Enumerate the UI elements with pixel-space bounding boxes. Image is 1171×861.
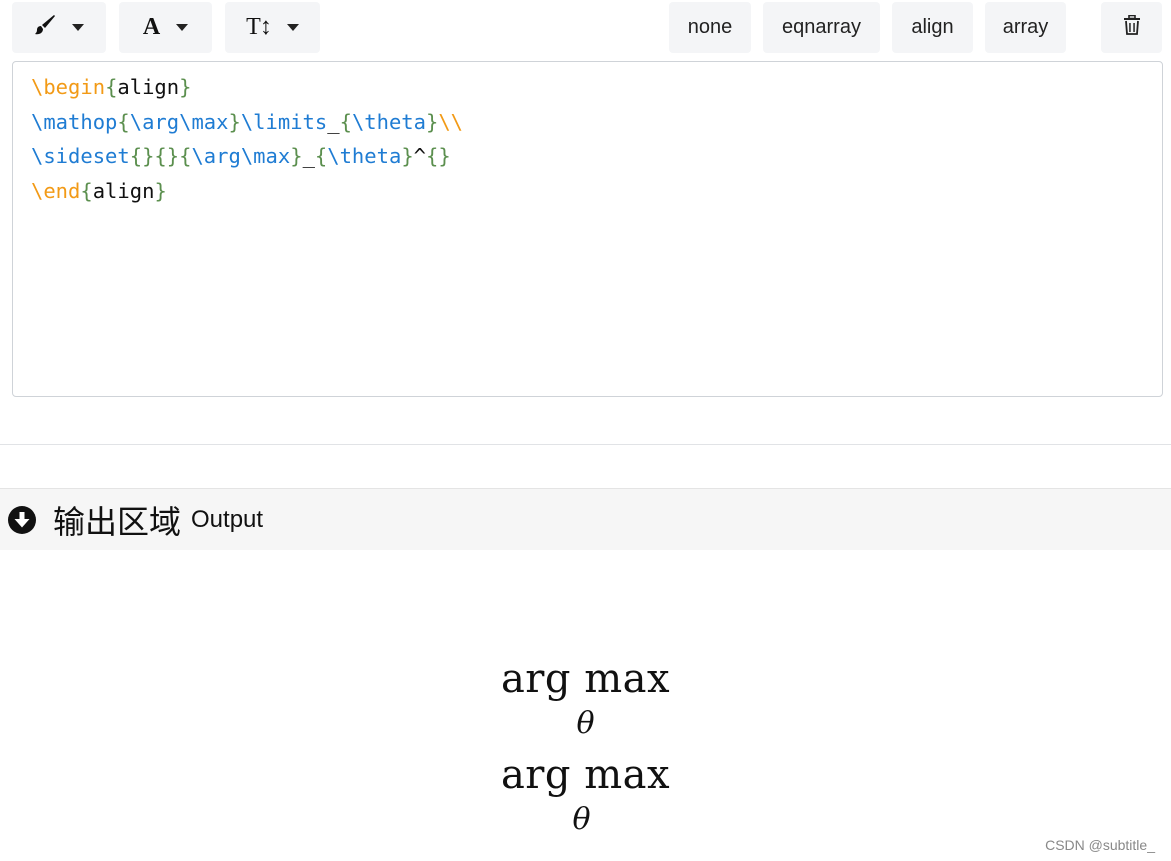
arrow-circle-down-icon[interactable] (7, 505, 37, 535)
code-token: \\ (438, 109, 464, 134)
paintbrush-icon (34, 14, 56, 42)
code-token: _ (302, 144, 315, 169)
code-line: \end{align} (31, 174, 463, 209)
trash-icon (1123, 14, 1141, 41)
watermark: CSDN @subtitle_ (1045, 837, 1155, 853)
font-icon: A (142, 14, 161, 40)
code-token: align (117, 75, 180, 99)
delete-button[interactable] (1101, 2, 1162, 53)
code-token: } (401, 144, 414, 169)
font-dropdown-button[interactable]: A (119, 2, 212, 53)
code-token: {}{}{ (129, 144, 192, 169)
code-token: { (339, 109, 352, 134)
code-token: } (228, 109, 241, 134)
code-token: \arg\max (129, 109, 229, 134)
code-token: } (154, 179, 167, 204)
code-token: \sideset (31, 144, 130, 169)
code-token: \limits (240, 109, 328, 134)
env-array-button[interactable]: array (985, 2, 1066, 53)
equation-1-subscript: θ (576, 706, 595, 741)
color-dropdown-button[interactable] (12, 2, 106, 53)
env-align-button[interactable]: align (892, 2, 973, 53)
env-none-button[interactable]: none (669, 2, 751, 53)
code-token: { (80, 179, 93, 204)
output-title: 输出区域 (53, 503, 182, 540)
output-header[interactable]: 输出区域 Output (0, 488, 1171, 550)
code-token: { (117, 109, 130, 134)
latex-code[interactable]: \begin{align} \mathop{\arg\max}\limits_{\… (31, 70, 463, 209)
size-dropdown-button[interactable]: T↕ (225, 2, 320, 53)
chevron-down-icon (176, 24, 189, 31)
code-line: \begin{align} (31, 70, 463, 105)
code-line: \mathop{\arg\max}\limits_{\theta}\\ (31, 105, 463, 140)
divider (0, 444, 1171, 445)
code-token: } (426, 109, 439, 134)
code-token: } (179, 75, 192, 99)
equation-2-operator: arg max (500, 752, 671, 798)
code-token: _ (327, 109, 340, 134)
latex-editor[interactable]: \begin{align} \mathop{\arg\max}\limits_{\… (12, 61, 1163, 397)
code-token: align (92, 179, 155, 204)
equation-1-operator: arg max (500, 656, 671, 702)
chevron-down-icon (72, 24, 84, 31)
code-token: \arg\max (191, 144, 291, 169)
output-subtitle: Output (191, 505, 264, 533)
code-line: \sideset{}{}{\arg\max}_{\theta}^{} (31, 139, 463, 174)
code-token: } (290, 144, 303, 169)
text-size-icon: T↕ (246, 14, 272, 40)
code-token: { (105, 75, 118, 99)
toolbar: A T↕ none eqnarray align array (0, 0, 1171, 56)
code-token: \theta (327, 144, 402, 169)
code-token: {} (426, 144, 451, 169)
code-token: \end (31, 179, 81, 204)
equation-2-subscript: θ (572, 802, 591, 837)
code-token: \begin (31, 75, 106, 99)
env-eqnarray-button[interactable]: eqnarray (763, 2, 880, 53)
code-token: { (314, 144, 328, 169)
chevron-down-icon (286, 24, 299, 31)
code-token: \mathop (31, 109, 118, 134)
code-token: \theta (351, 109, 426, 134)
code-token: ^ (413, 144, 426, 169)
